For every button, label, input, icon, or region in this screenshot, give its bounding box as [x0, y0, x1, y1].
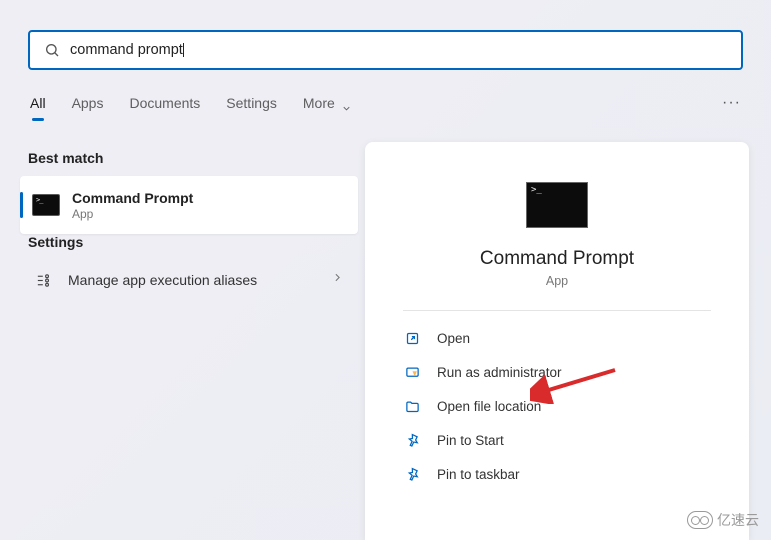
- best-match-result[interactable]: Command Prompt App: [20, 176, 358, 234]
- tab-apps[interactable]: Apps: [72, 95, 104, 121]
- filter-tabs: All Apps Documents Settings More ···: [30, 94, 741, 122]
- best-match-heading: Best match: [28, 150, 358, 166]
- result-subtitle: App: [72, 207, 193, 221]
- action-run-as-administrator[interactable]: Run as administrator: [403, 355, 711, 389]
- pin-icon: [403, 467, 421, 482]
- tab-more[interactable]: More: [303, 95, 335, 121]
- folder-icon: [403, 399, 421, 414]
- admin-icon: [403, 365, 421, 380]
- settings-item-label: Manage app execution aliases: [68, 272, 331, 288]
- command-prompt-icon-large: [526, 182, 588, 228]
- settings-heading: Settings: [28, 234, 358, 250]
- result-title: Command Prompt: [72, 190, 193, 206]
- tab-all[interactable]: All: [30, 95, 46, 121]
- tab-settings[interactable]: Settings: [226, 95, 277, 121]
- chevron-down-icon: [341, 103, 352, 114]
- search-input-container[interactable]: command prompt: [28, 30, 743, 70]
- divider: [403, 310, 711, 311]
- watermark: 亿速云: [687, 510, 759, 530]
- action-pin-to-start[interactable]: Pin to Start: [403, 423, 711, 457]
- more-options-button[interactable]: ···: [722, 94, 741, 122]
- action-pin-to-taskbar[interactable]: Pin to taskbar: [403, 457, 711, 491]
- watermark-icon: [687, 511, 713, 529]
- pin-icon: [403, 433, 421, 448]
- action-open-file-location[interactable]: Open file location: [403, 389, 711, 423]
- action-open[interactable]: Open: [403, 321, 711, 355]
- settings-item-aliases[interactable]: Manage app execution aliases: [20, 260, 358, 300]
- aliases-icon: [34, 272, 52, 289]
- panel-title: Command Prompt: [403, 248, 711, 270]
- results-column: Best match Command Prompt App Settings M…: [20, 150, 358, 300]
- open-icon: [403, 331, 421, 346]
- preview-panel: Command Prompt App Open Run as administr…: [365, 142, 749, 540]
- command-prompt-icon: [32, 194, 60, 216]
- panel-subtitle: App: [403, 274, 711, 288]
- search-input-value[interactable]: command prompt: [70, 42, 183, 58]
- tab-documents[interactable]: Documents: [129, 95, 200, 121]
- chevron-right-icon: [331, 271, 344, 289]
- search-icon: [44, 42, 60, 58]
